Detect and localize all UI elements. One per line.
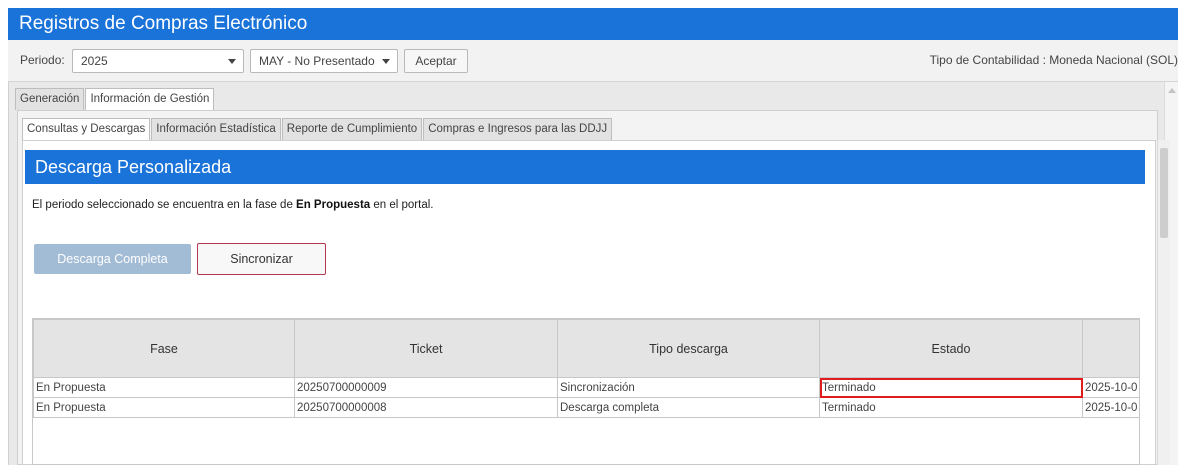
cell-fase: En Propuesta (33, 377, 295, 398)
cell-ticket: 20250700000008 (294, 397, 558, 418)
cell-estado: Terminado (819, 397, 1083, 418)
app-title: Registros de Compras Electrónico (19, 13, 308, 34)
cell-tipo-descarga: Descarga completa (557, 397, 820, 418)
accept-button[interactable]: Aceptar (404, 49, 468, 73)
content-scrollbar[interactable] (1157, 140, 1170, 465)
period-toolbar: Periodo: 2025 MAY - No Presentado Acepta… (8, 40, 1178, 82)
phase-message: El periodo seleccionado se encuentra en … (32, 199, 433, 211)
phase-message-prefix: El periodo seleccionado se encuentra en … (32, 199, 297, 211)
scroll-up-icon[interactable] (1168, 88, 1176, 93)
phase-name: En Propuesta (296, 199, 371, 211)
column-header-ticket[interactable]: Ticket (294, 319, 558, 378)
section-header: Descarga Personalizada (25, 150, 1145, 184)
column-header-fase[interactable]: Fase (33, 319, 295, 378)
tab-consultas-descargas[interactable]: Consultas y Descargas (22, 118, 151, 140)
column-header-tipo-descarga[interactable]: Tipo descarga (557, 319, 820, 378)
chevron-down-icon (228, 59, 236, 64)
app-title-bar: Registros de Compras Electrónico (8, 8, 1178, 40)
cell-ticket: 20250700000009 (294, 377, 558, 398)
downloads-table: Fase Ticket Tipo descarga Estado En Prop… (32, 318, 1140, 465)
cell-fecha: 2025-10-0 (1082, 377, 1139, 398)
full-download-button[interactable]: Descarga Completa (34, 244, 191, 274)
table-row[interactable]: En Propuesta 20250700000008 Descarga com… (33, 397, 1139, 418)
tab-compras-ingresos-ddjj[interactable]: Compras e Ingresos para las DDJJ (423, 118, 613, 140)
cell-fecha: 2025-10-0 (1082, 397, 1139, 418)
chevron-down-icon (382, 59, 390, 64)
column-header-estado[interactable]: Estado (819, 319, 1083, 378)
table-header-row: Fase Ticket Tipo descarga Estado (33, 319, 1139, 378)
sub-tabs: Consultas y Descargas Información Estadí… (22, 118, 613, 140)
tab-informacion-gestion[interactable]: Información de Gestión (85, 88, 215, 110)
tab-reporte-cumplimiento[interactable]: Reporte de Cumplimiento (281, 118, 423, 140)
tab-informacion-estadistica[interactable]: Información Estadística (151, 118, 281, 140)
cell-tipo-descarga: Sincronización (557, 377, 820, 398)
main-tabs: Generación Información de Gestión (15, 88, 215, 110)
sync-button[interactable]: Sincronizar (197, 243, 326, 275)
scrollbar-thumb[interactable] (1160, 148, 1168, 238)
accounting-type: Tipo de Contabilidad : Moneda Nacional (… (929, 53, 1178, 67)
section-title: Descarga Personalizada (35, 157, 232, 177)
year-select-value: 2025 (81, 54, 108, 68)
month-select-value: MAY - No Presentado (259, 54, 375, 68)
phase-message-suffix: en el portal. (370, 199, 434, 211)
cell-fase: En Propuesta (33, 397, 295, 418)
table-row[interactable]: En Propuesta 20250700000009 Sincronizaci… (33, 377, 1139, 398)
cell-estado: Terminado (819, 377, 1083, 398)
month-select[interactable]: MAY - No Presentado (250, 49, 398, 73)
period-label: Periodo: (20, 53, 65, 67)
year-select[interactable]: 2025 (72, 49, 244, 73)
column-header-fecha[interactable] (1082, 319, 1139, 378)
tab-generacion[interactable]: Generación (15, 88, 85, 110)
